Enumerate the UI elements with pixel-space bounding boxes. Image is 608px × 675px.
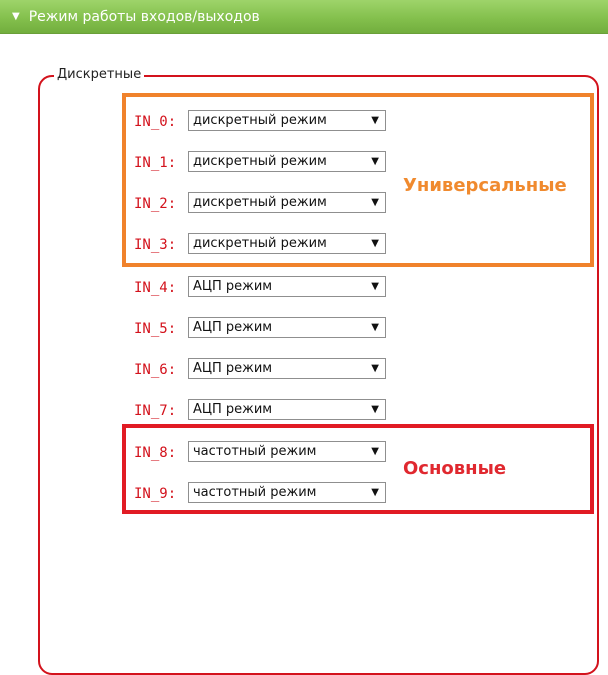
input-row-in5: IN_5: АЦП режим ▼ [134, 314, 386, 338]
section-header[interactable]: ▼ Режим работы входов/выходов [0, 0, 608, 34]
mode-select-in0[interactable]: дискретный режим ▼ [188, 110, 386, 131]
input-label: IN_8: [134, 445, 177, 461]
fieldset-legend: Дискретные [54, 66, 145, 84]
input-row-in9: IN_9: частотный режим ▼ [134, 479, 386, 503]
select-value: дискретный режим [193, 195, 327, 210]
select-value: дискретный режим [193, 113, 327, 128]
input-label: IN_3: [134, 237, 177, 253]
mode-select-in7[interactable]: АЦП режим ▼ [188, 399, 386, 420]
dropdown-arrow-icon: ▼ [371, 322, 379, 333]
select-value: АЦП режим [193, 279, 273, 294]
dropdown-arrow-icon: ▼ [371, 115, 379, 126]
mode-select-in3[interactable]: дискретный режим ▼ [188, 233, 386, 254]
input-label: IN_6: [134, 362, 177, 378]
dropdown-arrow-icon: ▼ [371, 404, 379, 415]
select-value: АЦП режим [193, 361, 273, 376]
dropdown-arrow-icon: ▼ [371, 197, 379, 208]
input-row-in6: IN_6: АЦП режим ▼ [134, 355, 386, 379]
dropdown-arrow-icon: ▼ [371, 363, 379, 374]
select-value: частотный режим [193, 485, 317, 500]
select-value: АЦП режим [193, 320, 273, 335]
section-title: Режим работы входов/выходов [28, 8, 260, 25]
select-value: АЦП режим [193, 402, 273, 417]
collapse-triangle-icon[interactable]: ▼ [12, 11, 20, 22]
input-label: IN_1: [134, 155, 177, 171]
select-value: дискретный режим [193, 154, 327, 169]
input-label: IN_4: [134, 280, 177, 296]
input-row-in0: IN_0: дискретный режим ▼ [134, 107, 386, 131]
dropdown-arrow-icon: ▼ [371, 446, 379, 457]
input-label: IN_2: [134, 196, 177, 212]
mode-select-in8[interactable]: частотный режим ▼ [188, 441, 386, 462]
mode-select-in6[interactable]: АЦП режим ▼ [188, 358, 386, 379]
universal-annotation: Универсальные [403, 175, 567, 196]
mode-select-in2[interactable]: дискретный режим ▼ [188, 192, 386, 213]
dropdown-arrow-icon: ▼ [371, 281, 379, 292]
input-label: IN_5: [134, 321, 177, 337]
dropdown-arrow-icon: ▼ [371, 156, 379, 167]
input-row-in4: IN_4: АЦП режим ▼ [134, 273, 386, 297]
input-label: IN_7: [134, 403, 177, 419]
input-row-in3: IN_3: дискретный режим ▼ [134, 230, 386, 254]
input-row-in2: IN_2: дискретный режим ▼ [134, 189, 386, 213]
mode-select-in4[interactable]: АЦП режим ▼ [188, 276, 386, 297]
dropdown-arrow-icon: ▼ [371, 487, 379, 498]
basic-annotation: Основные [403, 458, 507, 479]
mode-select-in1[interactable]: дискретный режим ▼ [188, 151, 386, 172]
select-value: частотный режим [193, 444, 317, 459]
mode-select-in9[interactable]: частотный режим ▼ [188, 482, 386, 503]
input-row-in7: IN_7: АЦП режим ▼ [134, 396, 386, 420]
input-row-in8: IN_8: частотный режим ▼ [134, 438, 386, 462]
dropdown-arrow-icon: ▼ [371, 238, 379, 249]
mode-select-in5[interactable]: АЦП режим ▼ [188, 317, 386, 338]
input-row-in1: IN_1: дискретный режим ▼ [134, 148, 386, 172]
input-label: IN_0: [134, 114, 177, 130]
select-value: дискретный режим [193, 236, 327, 251]
input-label: IN_9: [134, 486, 177, 502]
